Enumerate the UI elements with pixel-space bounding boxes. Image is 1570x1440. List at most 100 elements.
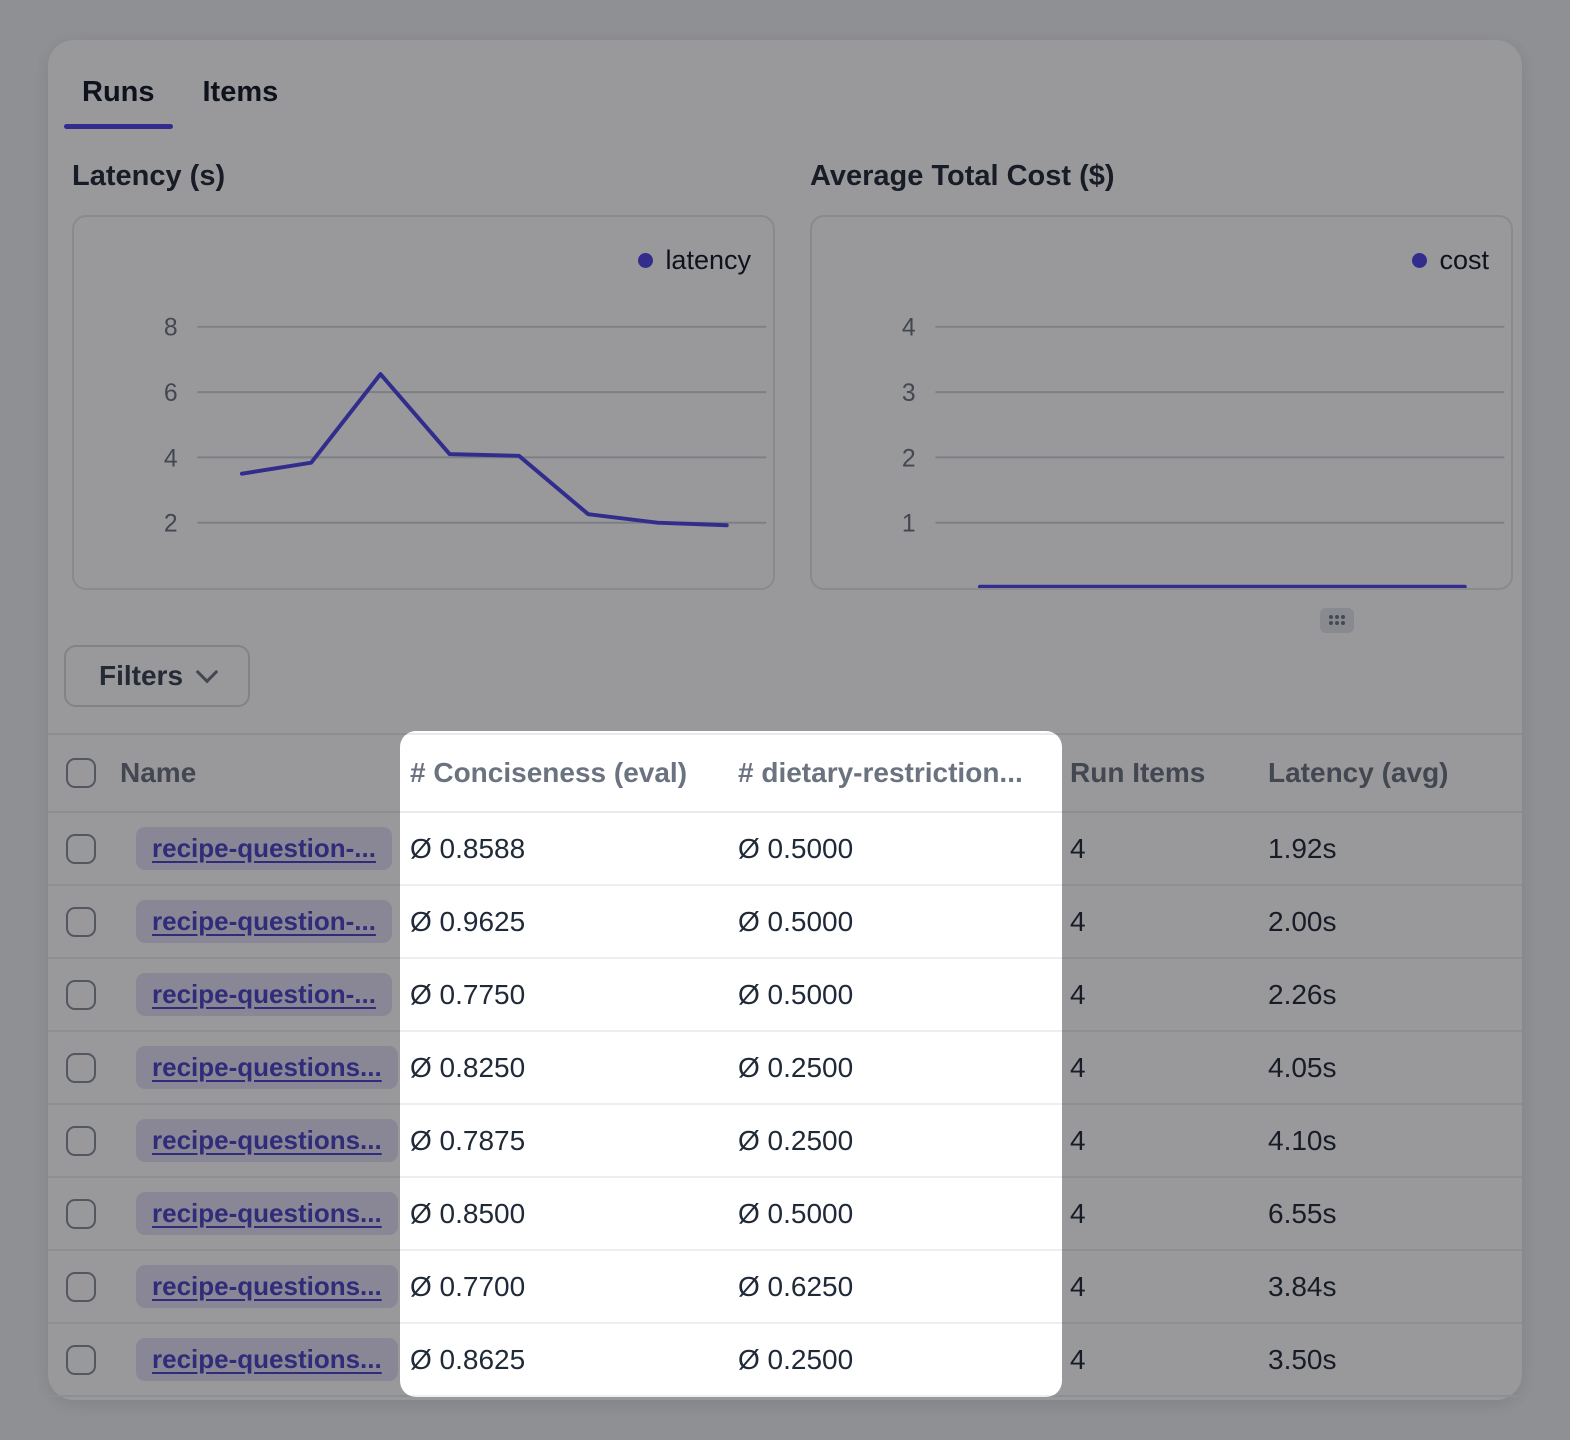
cell-value: Ø 0.5000 bbox=[738, 979, 853, 1011]
latency-cell: 1.92s bbox=[1268, 833, 1522, 865]
table-row: recipe-question-... Ø 0.8588 Ø 0.5000 4 1.92… bbox=[48, 813, 1522, 886]
cell-value: 2.26s bbox=[1268, 979, 1337, 1011]
cell-value: 4.10s bbox=[1268, 1125, 1337, 1157]
legend-label: cost bbox=[1439, 245, 1489, 276]
cell-value: 1.92s bbox=[1268, 833, 1337, 865]
run-name-badge[interactable]: recipe-questions... bbox=[136, 1192, 398, 1235]
run-name-badge[interactable]: recipe-question-... bbox=[136, 973, 392, 1016]
run-items-cell: 4 bbox=[1070, 1198, 1268, 1230]
run-name-badge[interactable]: recipe-question-... bbox=[136, 900, 392, 943]
row-select-cell bbox=[48, 1199, 120, 1229]
table-row: recipe-question-...Ø 0.7750Ø 0.500042.26… bbox=[48, 959, 1522, 1032]
drag-handle[interactable] bbox=[1320, 608, 1354, 633]
drag-dots-icon bbox=[1329, 615, 1346, 626]
row-checkbox[interactable] bbox=[66, 1199, 96, 1229]
row-select-cell bbox=[48, 980, 120, 1010]
row-select-cell bbox=[48, 907, 120, 937]
dietary-restriction-cell: Ø 0.5000 bbox=[738, 1198, 1070, 1230]
column-header-label: Latency (avg) bbox=[1268, 757, 1449, 789]
run-name-badge[interactable]: recipe-questions... bbox=[136, 1338, 398, 1381]
conciseness-cell: Ø 0.8588 bbox=[410, 833, 738, 865]
column-header-label: Name bbox=[120, 757, 196, 789]
cell-value: Ø 0.8588 bbox=[410, 833, 525, 865]
cell-value: 4 bbox=[1070, 1198, 1086, 1230]
cost-legend: cost bbox=[1412, 245, 1489, 276]
cell-value: Ø 0.8250 bbox=[410, 1052, 525, 1084]
run-name-badge[interactable]: recipe-questions... bbox=[136, 1046, 398, 1089]
cell-value: Ø 0.9625 bbox=[410, 906, 525, 938]
cell-value: Ø 0.6250 bbox=[738, 1271, 853, 1303]
table-row: recipe-questions... Ø 0.7875Ø 0.2500 44.10… bbox=[48, 1105, 1522, 1178]
latency-chart-title: Latency (s) bbox=[72, 160, 225, 193]
cell-value: 3.84s bbox=[1268, 1271, 1337, 1303]
column-header-label: # Conciseness (eval) bbox=[410, 757, 687, 789]
row-checkbox[interactable] bbox=[66, 1345, 96, 1375]
latency-cell: 2.00s bbox=[1268, 906, 1522, 938]
y-tick-label: 8 bbox=[164, 315, 178, 342]
row-checkbox[interactable] bbox=[66, 907, 96, 937]
y-tick-label: 6 bbox=[164, 380, 178, 407]
tab-items[interactable]: Items bbox=[201, 68, 281, 129]
cost-chart: 1234 cost bbox=[810, 215, 1513, 590]
legend-dot-icon bbox=[1412, 253, 1427, 268]
row-checkbox[interactable] bbox=[66, 834, 96, 864]
run-name-cell: recipe-question-... bbox=[120, 973, 410, 1016]
latency-cell: 4.05s bbox=[1268, 1052, 1522, 1084]
y-tick-label: 1 bbox=[902, 511, 916, 538]
conciseness-cell: Ø 0.8250 bbox=[410, 1052, 738, 1084]
dietary-restriction-cell: Ø 0.5000 bbox=[738, 906, 1070, 938]
runs-table: Name # Conciseness (eval) # dietary-rest… bbox=[48, 733, 1522, 1397]
cell-value: 6.55s bbox=[1268, 1198, 1337, 1230]
cell-value: 3.50s bbox=[1268, 1344, 1337, 1376]
legend-dot-icon bbox=[638, 253, 653, 268]
y-tick-label: 4 bbox=[902, 315, 916, 342]
run-name-cell: recipe-questions... bbox=[120, 1046, 410, 1089]
filters-button[interactable]: Filters bbox=[64, 645, 250, 707]
latency-cell: 2.26s bbox=[1268, 979, 1522, 1011]
table-row: recipe-questions...Ø 0.8625Ø 0.250043.50… bbox=[48, 1324, 1522, 1397]
column-header-conciseness: # Conciseness (eval) bbox=[410, 757, 738, 789]
table-body: recipe-question-...Ø 0.8588Ø 0.500041.92… bbox=[48, 813, 1522, 1397]
cell-value: Ø 0.5000 bbox=[738, 833, 853, 865]
table-row: recipe-question-... Ø 0.9625 Ø 0.500042.00… bbox=[48, 886, 1522, 959]
cell-value: Ø 0.2500 bbox=[738, 1125, 853, 1157]
y-tick-label: 4 bbox=[164, 445, 178, 472]
tab-bar: Runs Items bbox=[80, 68, 280, 129]
row-checkbox[interactable] bbox=[66, 1053, 96, 1083]
run-items-cell: 4 bbox=[1070, 1052, 1268, 1084]
cell-value: Ø 0.8500 bbox=[410, 1198, 525, 1230]
table-row: recipe-questions... Ø 0.8250 Ø 0.250044.05… bbox=[48, 1032, 1522, 1105]
cell-value: Ø 0.5000 bbox=[738, 1198, 853, 1230]
screen: Runs Items Latency (s) Average Total Cos… bbox=[0, 0, 1570, 1440]
table-header: Name # Conciseness (eval) # dietary-rest… bbox=[48, 733, 1522, 813]
column-header-label: Run Items bbox=[1070, 757, 1205, 789]
cell-value: 4 bbox=[1070, 833, 1086, 865]
dietary-restriction-cell: Ø 0.5000 bbox=[738, 833, 1070, 865]
run-items-cell: 4 bbox=[1070, 906, 1268, 938]
row-checkbox[interactable] bbox=[66, 1126, 96, 1156]
run-items-cell: 4 bbox=[1070, 1125, 1268, 1157]
run-name-cell: recipe-questions... bbox=[120, 1119, 410, 1162]
tab-runs[interactable]: Runs bbox=[80, 68, 157, 129]
row-select-cell bbox=[48, 1126, 120, 1156]
dietary-restriction-cell: Ø 0.2500 bbox=[738, 1052, 1070, 1084]
select-all-checkbox[interactable] bbox=[66, 758, 96, 788]
conciseness-cell: Ø 0.7875 bbox=[410, 1125, 738, 1157]
run-name-badge[interactable]: recipe-questions... bbox=[136, 1119, 398, 1162]
y-tick-label: 2 bbox=[902, 445, 916, 472]
run-name-badge[interactable]: recipe-question-... bbox=[136, 827, 392, 870]
column-header-run-items: Run Items bbox=[1070, 757, 1268, 789]
latency-chart: 2468 latency bbox=[72, 215, 775, 590]
conciseness-cell: Ø 0.8500 bbox=[410, 1198, 738, 1230]
filters-label: Filters bbox=[99, 660, 183, 692]
row-checkbox[interactable] bbox=[66, 980, 96, 1010]
run-name-badge[interactable]: recipe-questions... bbox=[136, 1265, 398, 1308]
column-header-name: Name bbox=[120, 757, 410, 789]
latency-legend: latency bbox=[638, 245, 751, 276]
dietary-restriction-cell: Ø 0.2500 bbox=[738, 1344, 1070, 1376]
row-checkbox[interactable] bbox=[66, 1272, 96, 1302]
conciseness-cell: Ø 0.7700 bbox=[410, 1271, 738, 1303]
run-name-cell: recipe-questions... bbox=[120, 1192, 410, 1235]
select-all-cell bbox=[48, 758, 120, 788]
cost-chart-svg: 1234 bbox=[812, 217, 1511, 588]
